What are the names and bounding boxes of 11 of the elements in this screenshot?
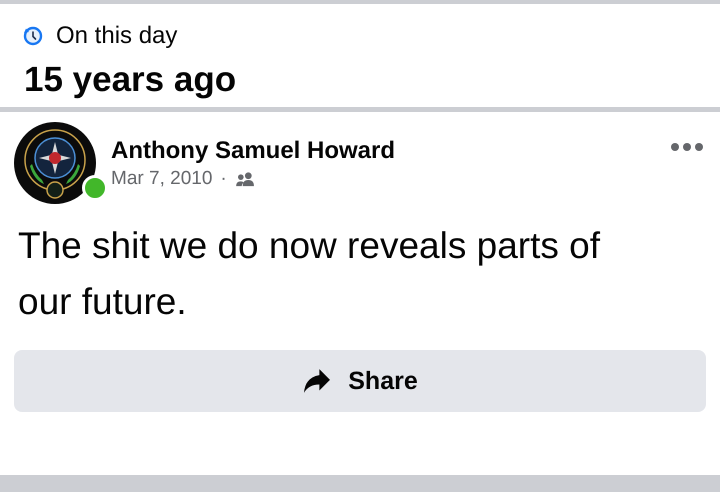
history-clock-icon bbox=[23, 26, 43, 46]
memory-title: 15 years ago bbox=[24, 60, 238, 100]
share-arrow-icon bbox=[302, 368, 332, 394]
share-button[interactable]: Share bbox=[14, 350, 706, 412]
post-text: The shit we do now reveals parts of our future. bbox=[18, 224, 602, 324]
more-icon bbox=[670, 142, 704, 152]
section-label: On this day bbox=[56, 22, 178, 50]
author-name[interactable]: Anthony Samuel Howard bbox=[111, 136, 396, 166]
separator-dot: · bbox=[220, 168, 227, 190]
post-date[interactable]: Mar 7, 2010 bbox=[111, 168, 212, 190]
friends-icon bbox=[234, 172, 256, 186]
